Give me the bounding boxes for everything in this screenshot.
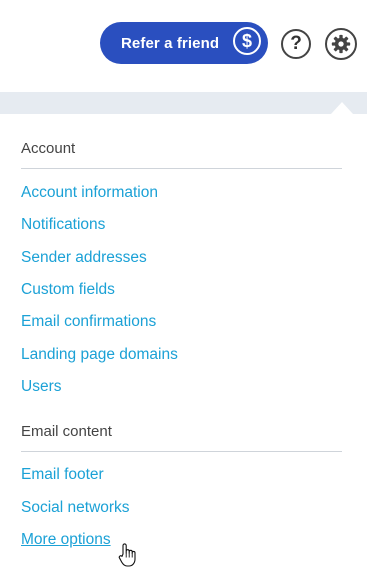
question-mark-icon: ? [290, 33, 302, 54]
section-divider [21, 451, 342, 452]
refer-a-friend-label: Refer a friend [121, 34, 220, 52]
section-title-account: Account [21, 140, 76, 157]
menu-item-custom-fields[interactable]: Custom fields [21, 281, 115, 299]
gear-icon [331, 34, 351, 54]
menu-item-users[interactable]: Users [21, 378, 61, 396]
menu-item-email-confirmations[interactable]: Email confirmations [21, 313, 156, 331]
dollar-icon: $ [233, 27, 261, 55]
menu-item-notifications[interactable]: Notifications [21, 216, 105, 234]
menu-item-account-information[interactable]: Account information [21, 184, 158, 202]
help-button[interactable]: ? [281, 29, 311, 59]
menu-item-email-footer[interactable]: Email footer [21, 466, 104, 484]
dropdown-caret [331, 102, 353, 114]
menu-item-social-networks[interactable]: Social networks [21, 499, 130, 517]
menu-item-more-options[interactable]: More options [21, 531, 111, 549]
refer-a-friend-button[interactable]: Refer a friend $ [100, 22, 268, 64]
top-toolbar: Refer a friend $ ? [0, 0, 367, 92]
menu-item-sender-addresses[interactable]: Sender addresses [21, 249, 147, 267]
dropdown-backdrop-strip [0, 92, 367, 114]
menu-item-landing-page-domains[interactable]: Landing page domains [21, 346, 178, 364]
hand-pointer-cursor-icon [118, 543, 136, 567]
settings-button[interactable] [325, 28, 357, 60]
section-title-email-content: Email content [21, 423, 112, 440]
section-divider [21, 168, 342, 169]
